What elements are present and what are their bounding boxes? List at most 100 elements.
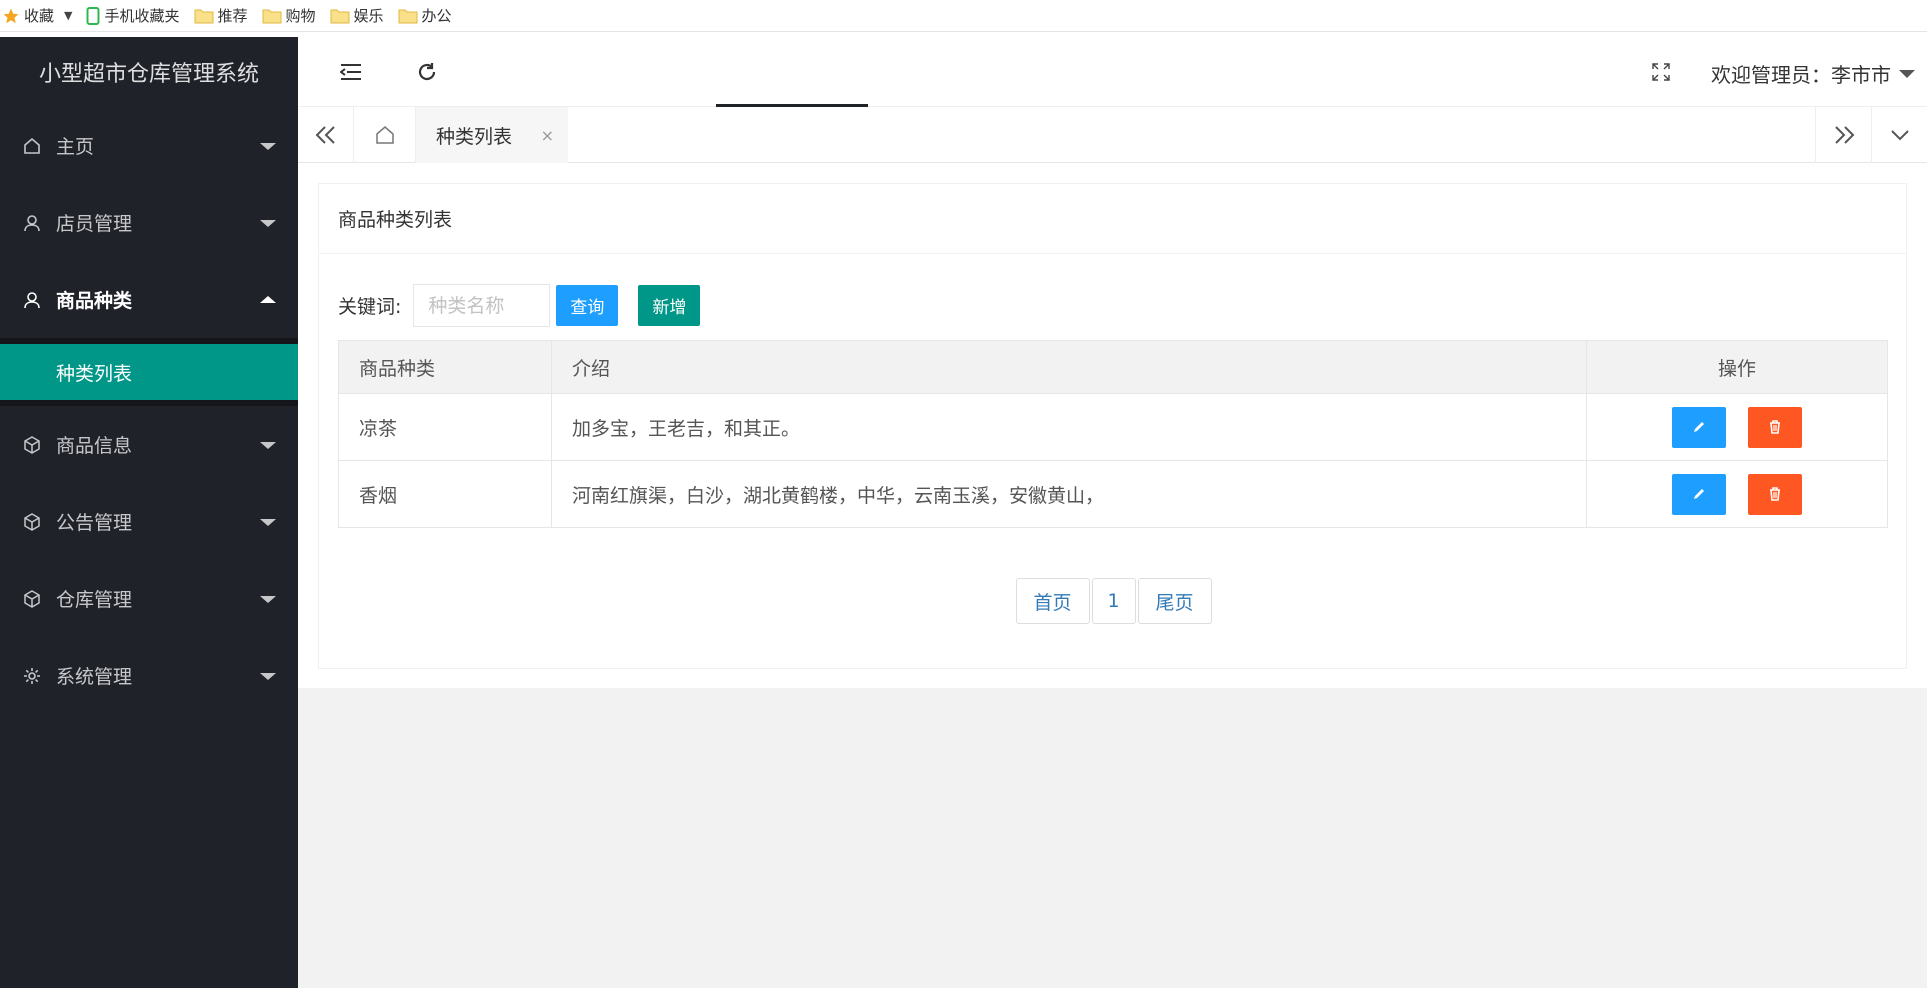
card-title: 商品种类列表	[319, 184, 1906, 254]
fullscreen-icon[interactable]	[1648, 59, 1674, 85]
chevron-down-icon	[260, 518, 276, 526]
chevron-down-icon	[260, 672, 276, 680]
sidebar-item-warehouse[interactable]: 仓库管理	[0, 560, 298, 637]
bookmark-label: 手机收藏夹	[104, 7, 180, 25]
cube-icon	[22, 512, 42, 532]
close-icon[interactable]: ×	[541, 126, 554, 145]
table-row: 凉茶 加多宝，王老吉，和其正。	[338, 393, 1888, 461]
category-desc-cell: 河南红旗渠，白沙，湖北黄鹤楼，中华，云南玉溪，安徽黄山，	[551, 460, 1587, 528]
delete-button[interactable]	[1748, 406, 1803, 448]
trash-icon	[1770, 420, 1781, 434]
scroll-left-button[interactable]	[298, 107, 354, 163]
double-chevron-right-icon	[1834, 126, 1854, 144]
star-icon	[2, 7, 20, 25]
chevron-down-icon	[260, 441, 276, 449]
category-name-cell: 凉茶	[338, 393, 552, 461]
bookmark-mobile[interactable]: 手机收藏夹	[86, 5, 180, 26]
main-panel: 商品种类列表 关键词: 查询 新增 商品种类 介绍 操作 凉茶	[298, 163, 1927, 688]
actions-cell	[1586, 460, 1888, 528]
edit-button[interactable]	[1671, 473, 1726, 515]
tab-home[interactable]	[354, 107, 416, 163]
chevron-down-icon[interactable]: ▼	[64, 9, 72, 22]
user-icon	[22, 213, 42, 233]
cube-icon	[22, 589, 42, 609]
top-header: 欢迎管理员：李市市	[298, 37, 1927, 107]
cube-icon	[22, 435, 42, 455]
app-title: 小型超市仓库管理系统	[38, 62, 259, 87]
double-chevron-left-icon	[315, 126, 335, 144]
sidebar-item-system[interactable]: 系统管理	[0, 637, 298, 714]
sidebar: 小型超市仓库管理系统 主页 店员管理 商品种类 种类列表 商品信息 公告管理 仓…	[0, 37, 298, 988]
sidebar-item-label: 商品种类	[56, 290, 133, 312]
chevron-down-icon	[260, 142, 276, 150]
sidebar-subitem-category-list[interactable]: 种类列表	[0, 344, 298, 400]
sidebar-item-label: 商品信息	[56, 435, 133, 457]
tab-label: 种类列表	[436, 125, 513, 148]
bookmark-folder[interactable]: 办公	[398, 5, 452, 26]
column-header: 介绍	[551, 340, 1587, 394]
sidebar-item-staff[interactable]: 店员管理	[0, 184, 298, 261]
bookmark-label: 购物	[285, 7, 316, 25]
chevron-down-icon	[260, 219, 276, 227]
pagination: 首页 1 尾页	[319, 578, 1908, 624]
sidebar-item-label: 仓库管理	[56, 589, 133, 611]
sidebar-item-category[interactable]: 商品种类	[0, 261, 298, 338]
gear-icon	[22, 666, 42, 686]
sidebar-item-label: 系统管理	[56, 666, 133, 688]
query-button[interactable]: 查询	[556, 285, 619, 326]
bookmark-label: 收藏	[24, 7, 55, 25]
pencil-icon	[1693, 489, 1704, 499]
tab-options-button[interactable]	[1871, 107, 1927, 163]
tabs-bar: 种类列表 ×	[298, 107, 1927, 163]
user-icon	[22, 290, 42, 310]
welcome-text: 欢迎管理员：李市市	[1711, 63, 1891, 87]
chevron-up-icon	[260, 295, 276, 303]
page-number-link[interactable]: 1	[1091, 578, 1136, 624]
content-area: 商品种类列表 关键词: 查询 新增 商品种类 介绍 操作 凉茶	[298, 163, 1927, 988]
pencil-icon	[1693, 422, 1704, 432]
bookmark-label: 娱乐	[353, 7, 384, 25]
bookmark-favorites[interactable]: 收藏 ▼	[2, 5, 72, 26]
sidebar-item-product-info[interactable]: 商品信息	[0, 406, 298, 483]
folder-icon	[262, 8, 282, 24]
home-icon	[22, 136, 42, 156]
folder-icon	[194, 8, 214, 24]
sidebar-item-label: 店员管理	[56, 213, 133, 235]
delete-button[interactable]	[1748, 473, 1803, 515]
sidebar-item-label: 主页	[56, 136, 95, 158]
sidebar-item-label: 公告管理	[56, 512, 133, 534]
table-header-row: 商品种类 介绍 操作	[338, 340, 1888, 394]
search-bar: 关键词: 查询 新增	[338, 284, 701, 327]
actions-cell	[1586, 393, 1888, 461]
category-desc-cell: 加多宝，王老吉，和其正。	[551, 393, 1587, 461]
keyword-input[interactable]	[413, 284, 551, 327]
refresh-icon[interactable]	[414, 59, 440, 85]
add-button[interactable]: 新增	[638, 285, 701, 326]
sidebar-item-notice[interactable]: 公告管理	[0, 483, 298, 560]
caret-down-icon	[1899, 69, 1915, 78]
column-header: 操作	[1586, 340, 1888, 394]
menu-collapse-icon[interactable]	[338, 59, 364, 85]
user-menu[interactable]: 欢迎管理员：李市市	[1711, 59, 1915, 88]
scroll-right-button[interactable]	[1815, 107, 1871, 163]
bookmark-label: 办公	[421, 7, 452, 25]
bookmark-folder[interactable]: 推荐	[194, 5, 248, 26]
table-row: 香烟 河南红旗渠，白沙，湖北黄鹤楼，中华，云南玉溪，安徽黄山，	[338, 460, 1888, 528]
edit-button[interactable]	[1671, 406, 1726, 448]
chevron-down-icon	[260, 595, 276, 603]
phone-icon	[86, 6, 100, 25]
bookmark-folder[interactable]: 购物	[262, 5, 316, 26]
folder-icon	[330, 8, 350, 24]
folder-icon	[398, 8, 418, 24]
category-table: 商品种类 介绍 操作 凉茶 加多宝，王老吉，和其正。 香烟 河南红旗渠，白沙，湖…	[338, 340, 1888, 528]
sidebar-submenu: 种类列表	[0, 338, 298, 406]
tab-category-list[interactable]: 种类列表 ×	[416, 107, 568, 163]
trash-icon	[1770, 487, 1781, 501]
bookmark-label: 推荐	[217, 7, 248, 25]
sidebar-item-home[interactable]: 主页	[0, 107, 298, 184]
first-page-link[interactable]: 首页	[1015, 578, 1090, 624]
category-card: 商品种类列表 关键词: 查询 新增 商品种类 介绍 操作 凉茶	[318, 183, 1907, 669]
last-page-link[interactable]: 尾页	[1137, 578, 1212, 624]
chevron-down-icon	[1890, 130, 1909, 141]
bookmark-folder[interactable]: 娱乐	[330, 5, 384, 26]
